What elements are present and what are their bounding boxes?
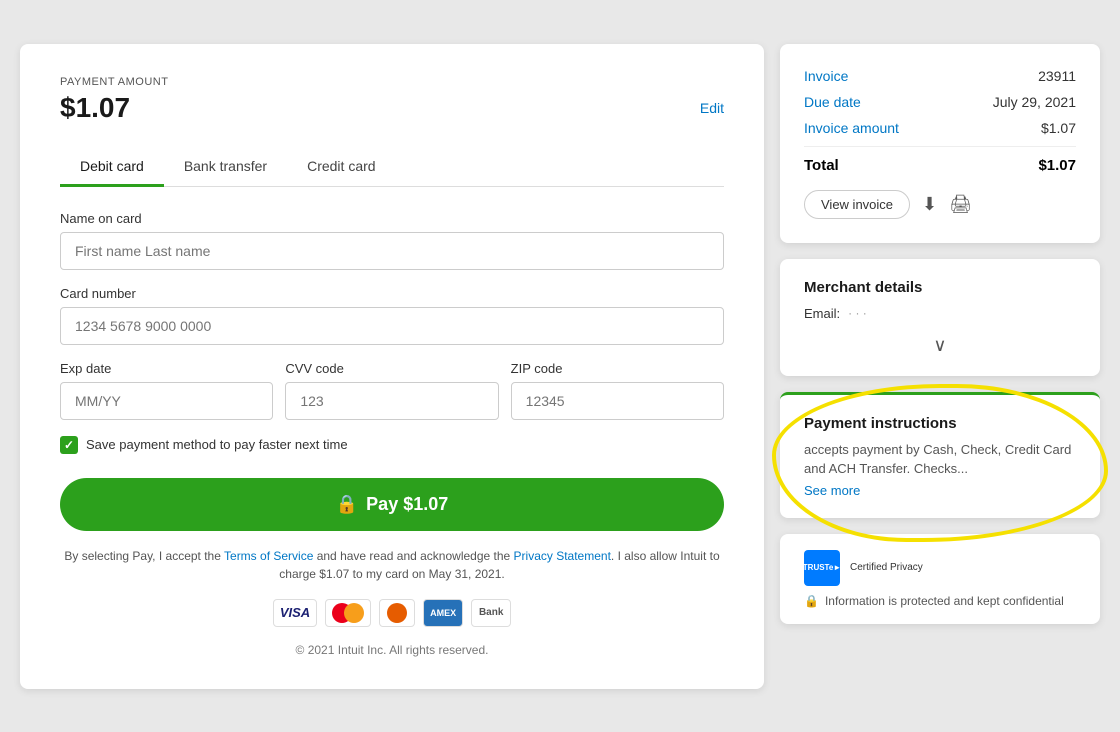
download-icon[interactable]: ⬇ xyxy=(922,194,937,215)
right-panel: Invoice 23911 Due date July 29, 2021 Inv… xyxy=(780,44,1100,689)
view-invoice-button[interactable]: View invoice xyxy=(804,190,910,219)
trust-row: TRUSTe► Certified Privacy xyxy=(804,550,1076,586)
exp-date-input[interactable] xyxy=(60,382,273,420)
merchant-expand-button[interactable]: ∨ xyxy=(804,331,1076,356)
total-value: $1.07 xyxy=(1038,157,1076,174)
name-on-card-label: Name on card xyxy=(60,211,724,226)
cvv-input[interactable] xyxy=(285,382,498,420)
total-label: Total xyxy=(804,157,839,174)
card-number-input[interactable] xyxy=(60,307,724,345)
card-number-group: Card number xyxy=(60,286,724,345)
certified-privacy-label: Certified Privacy xyxy=(850,561,923,574)
invoice-actions: View invoice ⬇ 🖨 xyxy=(804,190,1076,219)
invoice-label: Invoice xyxy=(804,68,848,84)
invoice-card: Invoice 23911 Due date July 29, 2021 Inv… xyxy=(780,44,1100,243)
exp-date-group: Exp date xyxy=(60,361,273,420)
name-on-card-group: Name on card xyxy=(60,211,724,270)
payment-amount-value: $1.07 xyxy=(60,92,130,124)
print-icon[interactable]: 🖨 xyxy=(949,194,972,215)
copyright-text: © 2021 Intuit Inc. All rights reserved. xyxy=(60,643,724,657)
invoice-amount-label: Invoice amount xyxy=(804,120,899,136)
disclaimer-before: By selecting Pay, I accept the xyxy=(64,549,224,563)
amex-icon: AMEX xyxy=(423,599,463,627)
payment-form-card: PAYMENT AMOUNT $1.07 Edit Debit card Ban… xyxy=(20,44,764,689)
due-date-label: Due date xyxy=(804,94,861,110)
trust-card: TRUSTe► Certified Privacy 🔒 Information … xyxy=(780,534,1100,624)
zip-label: ZIP code xyxy=(511,361,724,376)
amount-row: $1.07 Edit xyxy=(60,92,724,124)
due-date-value: July 29, 2021 xyxy=(993,94,1076,110)
pay-button[interactable]: 🔒 Pay $1.07 xyxy=(60,478,724,531)
tab-credit-card[interactable]: Credit card xyxy=(287,148,395,187)
invoice-amount-row: Invoice amount $1.07 xyxy=(804,120,1076,136)
disclaimer-text: By selecting Pay, I accept the Terms of … xyxy=(60,547,724,583)
chevron-down-icon: ∨ xyxy=(933,335,946,356)
payment-instructions-card: Payment instructions accepts payment by … xyxy=(780,392,1100,518)
payment-tabs: Debit card Bank transfer Credit card xyxy=(60,148,724,187)
payment-amount-label: PAYMENT AMOUNT xyxy=(60,76,724,88)
tab-debit-card[interactable]: Debit card xyxy=(60,148,164,187)
tab-bank-transfer[interactable]: Bank transfer xyxy=(164,148,287,187)
pay-button-label: Pay $1.07 xyxy=(366,494,448,515)
instructions-wrapper: Payment instructions accepts payment by … xyxy=(780,392,1100,534)
save-payment-label: Save payment method to pay faster next t… xyxy=(86,437,348,452)
lock-icon: 🔒 xyxy=(336,494,358,515)
payment-icons-row: VISA AMEX Bank xyxy=(60,599,724,627)
cvv-label: CVV code xyxy=(285,361,498,376)
merchant-email-label: Email: xyxy=(804,306,840,321)
privacy-link[interactable]: Privacy Statement xyxy=(514,549,611,563)
disclaimer-middle: and have read and acknowledge the xyxy=(313,549,513,563)
invoice-value: 23911 xyxy=(1038,68,1076,84)
instructions-text: accepts payment by Cash, Check, Credit C… xyxy=(804,440,1076,479)
discover-icon xyxy=(379,599,415,627)
exp-date-label: Exp date xyxy=(60,361,273,376)
zip-group: ZIP code xyxy=(511,361,724,420)
merchant-email-row: Email: · · · xyxy=(804,306,1076,321)
visa-icon: VISA xyxy=(273,599,317,627)
secure-text: Information is protected and kept confid… xyxy=(825,594,1064,608)
merchant-card: Merchant details Email: · · · ∨ xyxy=(780,259,1100,376)
zip-input[interactable] xyxy=(511,382,724,420)
save-payment-row: Save payment method to pay faster next t… xyxy=(60,436,724,454)
truste-text: Certified Privacy xyxy=(850,561,923,574)
instructions-title: Payment instructions xyxy=(804,415,1076,432)
edit-link[interactable]: Edit xyxy=(700,100,724,116)
invoice-total-row: Total $1.07 xyxy=(804,146,1076,174)
cvv-group: CVV code xyxy=(285,361,498,420)
merchant-title: Merchant details xyxy=(804,279,1076,296)
due-date-row: Due date July 29, 2021 xyxy=(804,94,1076,110)
card-details-row: Exp date CVV code ZIP code xyxy=(60,361,724,436)
see-more-link[interactable]: See more xyxy=(804,483,1076,498)
truste-logo: TRUSTe► xyxy=(804,550,840,586)
merchant-email-value: · · · xyxy=(848,306,867,320)
secure-lock-icon: 🔒 xyxy=(804,594,819,608)
card-number-label: Card number xyxy=(60,286,724,301)
name-on-card-input[interactable] xyxy=(60,232,724,270)
invoice-number-row: Invoice 23911 xyxy=(804,68,1076,84)
invoice-amount-value: $1.07 xyxy=(1041,120,1076,136)
tos-link[interactable]: Terms of Service xyxy=(224,549,313,563)
page-wrapper: PAYMENT AMOUNT $1.07 Edit Debit card Ban… xyxy=(20,44,1100,689)
mastercard-icon xyxy=(325,599,371,627)
secure-row: 🔒 Information is protected and kept conf… xyxy=(804,594,1076,608)
bank-icon: Bank xyxy=(471,599,511,627)
save-payment-checkbox[interactable] xyxy=(60,436,78,454)
